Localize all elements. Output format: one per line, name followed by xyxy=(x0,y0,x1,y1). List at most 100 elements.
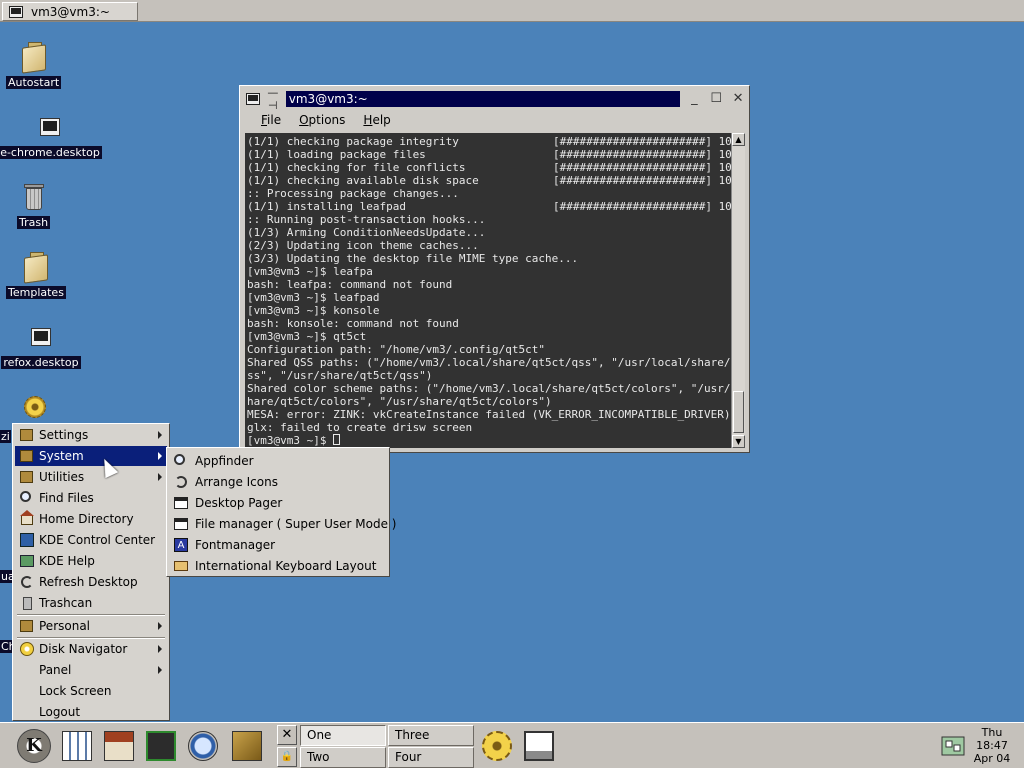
terminal-line-text: bash: leafpa: command not found xyxy=(247,278,453,291)
text-cursor xyxy=(333,434,341,445)
maximize-button[interactable]: ☐ xyxy=(708,91,724,107)
close-icon[interactable]: ✕ xyxy=(277,725,297,745)
tray-network-icon[interactable] xyxy=(940,733,966,759)
desktop-button-two[interactable]: Two xyxy=(300,747,386,768)
menu-help[interactable]: Help xyxy=(363,113,390,127)
terminal-icon[interactable] xyxy=(246,93,260,105)
desktop-icon-templates[interactable]: Templates xyxy=(6,250,66,299)
terminal-line-text: Configuration path: "/home/vm3/.config/q… xyxy=(247,343,546,356)
lock-icon[interactable]: 🔒 xyxy=(277,747,297,767)
scroll-down-arrow-icon[interactable]: ▼ xyxy=(732,435,745,448)
pin-icon[interactable]: —⊣ xyxy=(266,86,280,112)
terminal-line: (2/3) Updating icon theme caches... xyxy=(247,239,731,252)
kmenu-item-logout[interactable]: Logout xyxy=(15,702,167,722)
k-menu-button[interactable]: K xyxy=(15,726,53,766)
kmenu-item-panel[interactable]: Panel xyxy=(15,660,167,680)
monitor-launcher[interactable] xyxy=(520,726,558,766)
home-button[interactable] xyxy=(100,726,138,766)
kmenu-item-label: Find Files xyxy=(39,491,94,505)
menu-options[interactable]: Options xyxy=(299,113,345,127)
desktop-button-four[interactable]: Four xyxy=(388,747,474,768)
window-title: vm3@vm3:~ xyxy=(285,91,681,107)
desktop-icon-firefox[interactable]: refox.desktop xyxy=(1,320,81,369)
kmenu-item-refresh-desktop[interactable]: Refresh Desktop xyxy=(15,572,167,592)
desktop-icon-label: Autostart xyxy=(6,76,62,89)
terminal-progress-text: [######################] 100% xyxy=(553,161,731,174)
submenu-arrow-icon xyxy=(158,452,162,460)
terminal-line: bash: konsole: command not found xyxy=(247,317,731,330)
terminal-line-text: (2/3) Updating icon theme caches... xyxy=(247,239,479,252)
clock[interactable]: Thu 18:47 Apr 04 xyxy=(966,726,1018,765)
submenu-item-keyboard-layout[interactable]: International Keyboard Layout xyxy=(169,555,387,576)
gear-launcher[interactable] xyxy=(478,726,516,766)
kmenu-item-label: Utilities xyxy=(39,470,85,484)
kmenu-item-label: Settings xyxy=(39,428,89,442)
browser-launcher[interactable] xyxy=(184,726,222,766)
minimize-button[interactable]: _ xyxy=(686,91,702,107)
submenu-item-fontmanager[interactable]: A Fontmanager xyxy=(169,534,387,555)
terminal-line-text: [vm3@vm3 ~]$ konsole xyxy=(247,304,380,317)
desktop-icon-autostart[interactable]: Autostart xyxy=(6,40,62,89)
terminal-line-text: (1/1) checking available disk space xyxy=(247,174,479,187)
disk-navigator-icon xyxy=(19,641,35,657)
terminal-line: hare/qt5ct/colors", "/usr/share/qt5ct/co… xyxy=(247,395,731,408)
submenu-item-label: Appfinder xyxy=(195,453,254,468)
submenu-item-label: Arrange Icons xyxy=(195,474,278,489)
home-icon xyxy=(104,731,134,761)
window-list-button[interactable] xyxy=(58,726,96,766)
submenu-arrow-icon xyxy=(158,473,162,481)
terminal-line-text: [vm3@vm3 ~]$ leafpad xyxy=(247,291,380,304)
kmenu-item-find-files[interactable]: Find Files xyxy=(15,488,167,508)
kmenu-item-label: Trashcan xyxy=(39,596,93,610)
terminal-line: Shared color scheme paths: ("/home/vm3/.… xyxy=(247,382,731,395)
kmenu-item-utilities[interactable]: Utilities xyxy=(15,467,167,487)
kmenu-item-system[interactable]: System xyxy=(15,446,167,466)
kmenu-item-home-directory[interactable]: Home Directory xyxy=(15,509,167,529)
desktop-button-three[interactable]: Three xyxy=(388,725,474,746)
kmenu-item-kde-help[interactable]: KDE Help xyxy=(15,551,167,571)
terminal-line-text: (1/1) installing leafpad xyxy=(247,200,406,213)
scrollbar[interactable]: ▲ ▼ xyxy=(731,133,745,448)
submenu-item-arrange-icons[interactable]: Arrange Icons xyxy=(169,471,387,492)
terminal-line: Configuration path: "/home/vm3/.config/q… xyxy=(247,343,731,356)
terminal-output[interactable]: (1/1) checking package integrity [#######… xyxy=(245,133,731,448)
desktop-button-one[interactable]: One xyxy=(300,725,386,746)
terminal-prompt-line: [vm3@vm3 ~]$ xyxy=(247,434,731,447)
arrange-icons-icon xyxy=(173,474,189,490)
terminal-line: [vm3@vm3 ~]$ leafpa xyxy=(247,265,731,278)
kmenu-item-label: Logout xyxy=(39,705,81,719)
desktop-icon-chrome[interactable]: e-chrome.desktop xyxy=(0,110,102,159)
personal-icon xyxy=(19,618,35,634)
title-bar[interactable]: —⊣ vm3@vm3:~ _ ☐ ✕ xyxy=(243,86,746,112)
kmenu-item-disk-navigator[interactable]: Disk Navigator xyxy=(15,639,167,659)
kmenu-item-lock-screen[interactable]: Lock Screen xyxy=(15,681,167,701)
terminal-line-text: (3/3) Updating the desktop file MIME typ… xyxy=(247,252,579,265)
terminal-progress-text: [######################] 100% xyxy=(553,200,731,213)
kmenu-item-kde-control-center[interactable]: KDE Control Center xyxy=(15,530,167,550)
submenu-item-file-manager-su[interactable]: File manager ( Super User Mode ) xyxy=(169,513,396,534)
kmenu-item-label: Disk Navigator xyxy=(39,642,128,656)
kmenu-item-trashcan[interactable]: Trashcan xyxy=(15,593,167,613)
scroll-up-arrow-icon[interactable]: ▲ xyxy=(732,133,745,146)
kmenu-item-label: Personal xyxy=(39,619,91,633)
scrollbar-thumb[interactable] xyxy=(733,391,744,433)
submenu-item-desktop-pager[interactable]: Desktop Pager xyxy=(169,492,387,513)
submenu-item-appfinder[interactable]: Appfinder xyxy=(169,450,387,471)
terminal-line-text: (1/1) checking package integrity xyxy=(247,135,459,148)
terminal-line: :: Processing package changes... xyxy=(247,187,731,200)
desktop-icon-gear[interactable] xyxy=(18,390,50,424)
terminal-launcher[interactable] xyxy=(142,726,180,766)
clock-time: 18:47 xyxy=(976,739,1008,752)
desktop-icon-trash[interactable]: Trash xyxy=(17,180,51,229)
kmenu-item-personal[interactable]: Personal xyxy=(15,616,167,636)
control-center-icon xyxy=(19,532,35,548)
close-button[interactable]: ✕ xyxy=(730,91,746,107)
desktop-icon-label: Trash xyxy=(17,216,51,229)
taskbar-task-terminal[interactable]: vm3@vm3:~ xyxy=(2,2,138,21)
terminal-line: (1/1) loading package files [############… xyxy=(247,148,731,161)
terminal-line-text: MESA: error: ZINK: vkCreateInstance fail… xyxy=(247,408,731,421)
settings-launcher[interactable] xyxy=(228,726,266,766)
menu-file[interactable]: File xyxy=(261,113,281,127)
kmenu-item-settings[interactable]: Settings xyxy=(15,425,167,445)
clock-day: Thu xyxy=(981,726,1003,739)
